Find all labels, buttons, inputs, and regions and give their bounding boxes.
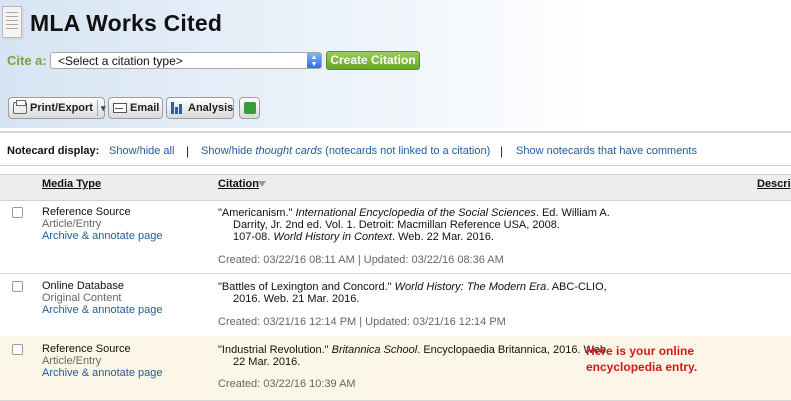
notecard-separator: | bbox=[186, 144, 190, 158]
media-subtype: Original Content bbox=[42, 292, 122, 304]
annotation-line: encyclopedia entry. bbox=[586, 360, 698, 374]
archive-annotate-link[interactable]: Archive & annotate page bbox=[42, 230, 162, 242]
create-citation-button[interactable]: Create Citation bbox=[326, 51, 420, 70]
show-comments-link[interactable]: Show notecards that have comments bbox=[516, 145, 697, 157]
bar-chart-icon bbox=[171, 102, 185, 114]
select-arrows-icon[interactable]: ▲ ▼ bbox=[307, 53, 321, 68]
citation-text: . Ed. William A. bbox=[535, 207, 610, 219]
recycle-button[interactable] bbox=[239, 97, 260, 119]
citation-type-value: <Select a citation type> bbox=[58, 54, 183, 68]
media-type: Reference Source bbox=[42, 343, 131, 355]
citation-type-select[interactable]: <Select a citation type> ▲ ▼ bbox=[50, 52, 322, 69]
citation-column-header[interactable]: Citation bbox=[218, 178, 259, 190]
row-timestamps: Created: 03/21/16 12:14 PM | Updated: 03… bbox=[218, 316, 506, 328]
sort-down-icon[interactable] bbox=[258, 181, 266, 187]
citation-line: Darrity, Jr. 2nd ed. Vol. 1. Detroit: Ma… bbox=[233, 219, 560, 231]
archive-annotate-link[interactable]: Archive & annotate page bbox=[42, 367, 162, 379]
media-type: Online Database bbox=[42, 280, 124, 292]
citation-source: World History: The Modern Era bbox=[394, 281, 547, 293]
media-subtype: Article/Entry bbox=[42, 218, 102, 230]
row-timestamps: Created: 03/22/16 10:39 AM bbox=[218, 378, 356, 390]
thought-cards-text: thought cards bbox=[255, 145, 323, 157]
analysis-button[interactable]: Analysis bbox=[166, 97, 234, 119]
notecard-separator: | bbox=[500, 144, 504, 158]
citation-text: . Encyclopaedia Britannica, 2016. Web. bbox=[417, 344, 610, 356]
analysis-label: Analysis bbox=[188, 102, 234, 114]
citation-source: World History in Context bbox=[273, 231, 392, 243]
citation-line: "Americanism." International Encyclopedi… bbox=[218, 207, 610, 219]
citation-source: International Encyclopedia of the Social… bbox=[295, 207, 536, 219]
citation-text: 107-08. bbox=[233, 231, 271, 243]
email-label: Email bbox=[130, 102, 160, 114]
citation-line: "Industrial Revolution." Britannica Scho… bbox=[218, 344, 609, 356]
email-button[interactable]: Email bbox=[108, 97, 163, 119]
citation-text: . ABC-CLIO, bbox=[546, 281, 607, 293]
toolbar-divider bbox=[0, 131, 791, 133]
show-hide-all-link[interactable]: Show/hide all bbox=[109, 145, 174, 157]
description-column-header[interactable]: Descrip bbox=[757, 178, 791, 190]
row-timestamps: Created: 03/22/16 08:11 AM | Updated: 03… bbox=[218, 254, 504, 266]
citation-line: "Battles of Lexington and Concord." Worl… bbox=[218, 281, 607, 293]
citation-line: 2016. Web. 21 Mar. 2016. bbox=[233, 293, 360, 305]
media-subtype: Article/Entry bbox=[42, 355, 102, 367]
button-divider bbox=[97, 100, 98, 116]
citation-text: "Americanism." bbox=[218, 207, 293, 219]
citation-line: 22 Mar. 2016. bbox=[233, 356, 301, 368]
annotation-line: Here is your online bbox=[586, 344, 695, 358]
table-header bbox=[0, 174, 791, 201]
page-title: MLA Works Cited bbox=[30, 10, 223, 36]
document-icon bbox=[2, 6, 22, 38]
row-checkbox[interactable] bbox=[12, 344, 23, 355]
citation-line: 107-08. World History in Context. Web. 2… bbox=[233, 231, 494, 243]
print-export-button[interactable]: Print/Export ▾ bbox=[8, 97, 106, 119]
media-type: Reference Source bbox=[42, 206, 131, 218]
cite-label: Cite a: bbox=[7, 53, 47, 68]
printer-icon bbox=[13, 100, 27, 114]
citation-source: Britannica School bbox=[331, 344, 418, 356]
show-hide-thought-cards-link[interactable]: Show/hide thought cards (notecards not l… bbox=[201, 145, 490, 157]
archive-annotate-link[interactable]: Archive & annotate page bbox=[42, 304, 162, 316]
citation-text: . Web. 22 Mar. 2016. bbox=[391, 231, 494, 243]
show-hide-prefix: Show/hide bbox=[201, 145, 253, 157]
chevron-down-icon[interactable]: ▾ bbox=[101, 98, 106, 118]
notecard-bar-divider bbox=[0, 165, 791, 166]
media-type-column-header[interactable]: Media Type bbox=[42, 178, 101, 190]
row-checkbox[interactable] bbox=[12, 207, 23, 218]
row-checkbox[interactable] bbox=[12, 281, 23, 292]
recycle-bin-icon bbox=[244, 102, 256, 114]
citation-text: "Battles of Lexington and Concord." bbox=[218, 281, 392, 293]
annotation-note: Here is your online encyclopedia entry. bbox=[586, 343, 697, 375]
citation-text: "Industrial Revolution." bbox=[218, 344, 329, 356]
notecard-display-label: Notecard display: bbox=[7, 145, 100, 157]
not-linked-text: (notecards not linked to a citation) bbox=[325, 145, 491, 157]
print-export-label: Print/Export bbox=[30, 102, 93, 114]
email-icon bbox=[113, 103, 127, 113]
